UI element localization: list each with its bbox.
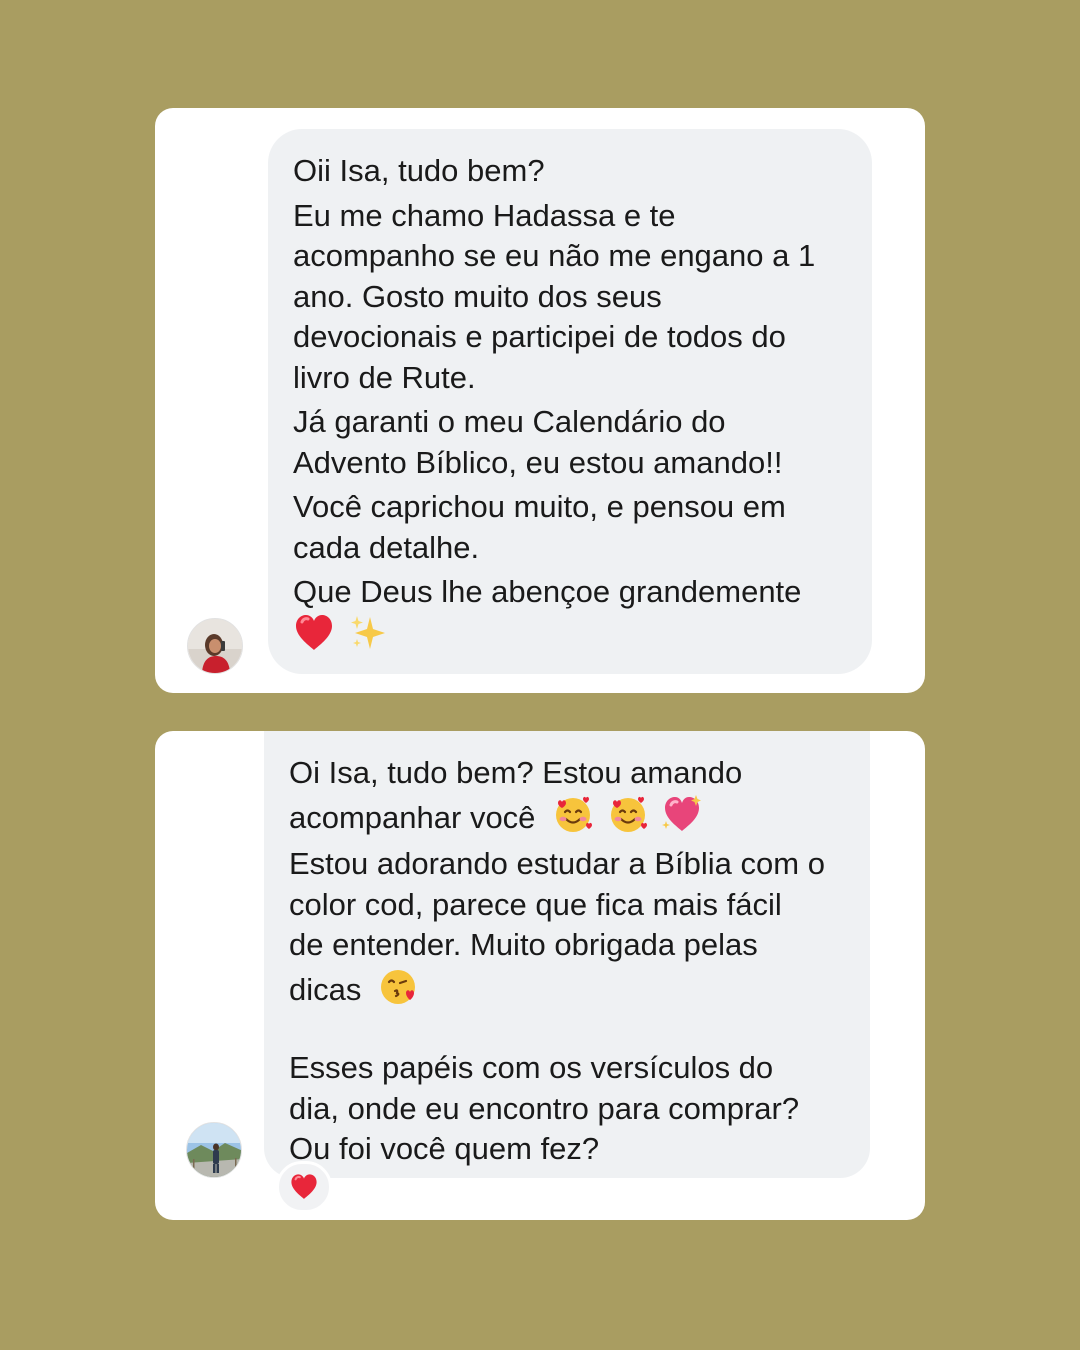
red-heart-icon [289,1173,319,1201]
message-bubble[interactable]: Oii Isa, tudo bem? Eu me chamo Hadassa e… [268,129,872,674]
message-bubble[interactable]: Oi Isa, tudo bem? Estou amando acompanha… [264,731,870,1178]
message-line: Que Deus lhe abençoe grandemente [293,574,802,609]
sparkles-icon [348,613,388,664]
reaction-badge[interactable] [276,1161,332,1213]
avatar[interactable] [186,1122,242,1178]
message-line: dicas [289,966,850,1017]
message-text: acompanhar você [289,799,536,835]
red-heart-icon [293,613,335,664]
sparkling-heart-icon [661,794,703,845]
avatar[interactable] [187,618,243,674]
message-line: color cod, parece que fica mais fácil [289,886,782,922]
message-line: cada detalhe. [293,529,480,565]
smiling-face-with-hearts-icon [607,794,649,845]
message-line: dia, onde eu encontro para comprar? [289,1090,800,1126]
message-line: de entender. Muito obrigada pelas [289,927,758,962]
face-blowing-kiss-icon [378,966,420,1017]
message-card-2: Oi Isa, tudo bem? Estou amando acompanha… [155,731,925,1220]
message-card-1: Oii Isa, tudo bem? Eu me chamo Hadassa e… [155,108,925,693]
message-line: Já garanti o meu Calendário do [293,404,726,439]
message-line: Advento Bíblico, eu estou amando!! [293,444,783,480]
emoji-row [293,613,852,664]
message-line: devocionais e participei de todos do [293,319,786,354]
message-line: Oii Isa, tudo bem? [293,153,545,188]
message-line: Estou adorando estudar a Bíblia com o [289,846,825,881]
message-line: ano. Gosto muito dos seus [293,278,662,314]
message-text: dicas [289,971,362,1007]
message-line: acompanhar você [289,794,850,845]
message-line: Oi Isa, tudo bem? Estou amando [289,755,743,790]
message-line: Você caprichou muito, e pensou em [293,489,786,524]
message-line: livro de Rute. [293,359,476,395]
message-line: Eu me chamo Hadassa e te [293,197,676,233]
smiling-face-with-hearts-icon [552,794,594,845]
message-line: acompanho se eu não me engano a 1 [293,238,816,273]
message-line: Ou foi você quem fez? [289,1131,600,1166]
message-line: Esses papéis com os versículos do [289,1050,774,1085]
